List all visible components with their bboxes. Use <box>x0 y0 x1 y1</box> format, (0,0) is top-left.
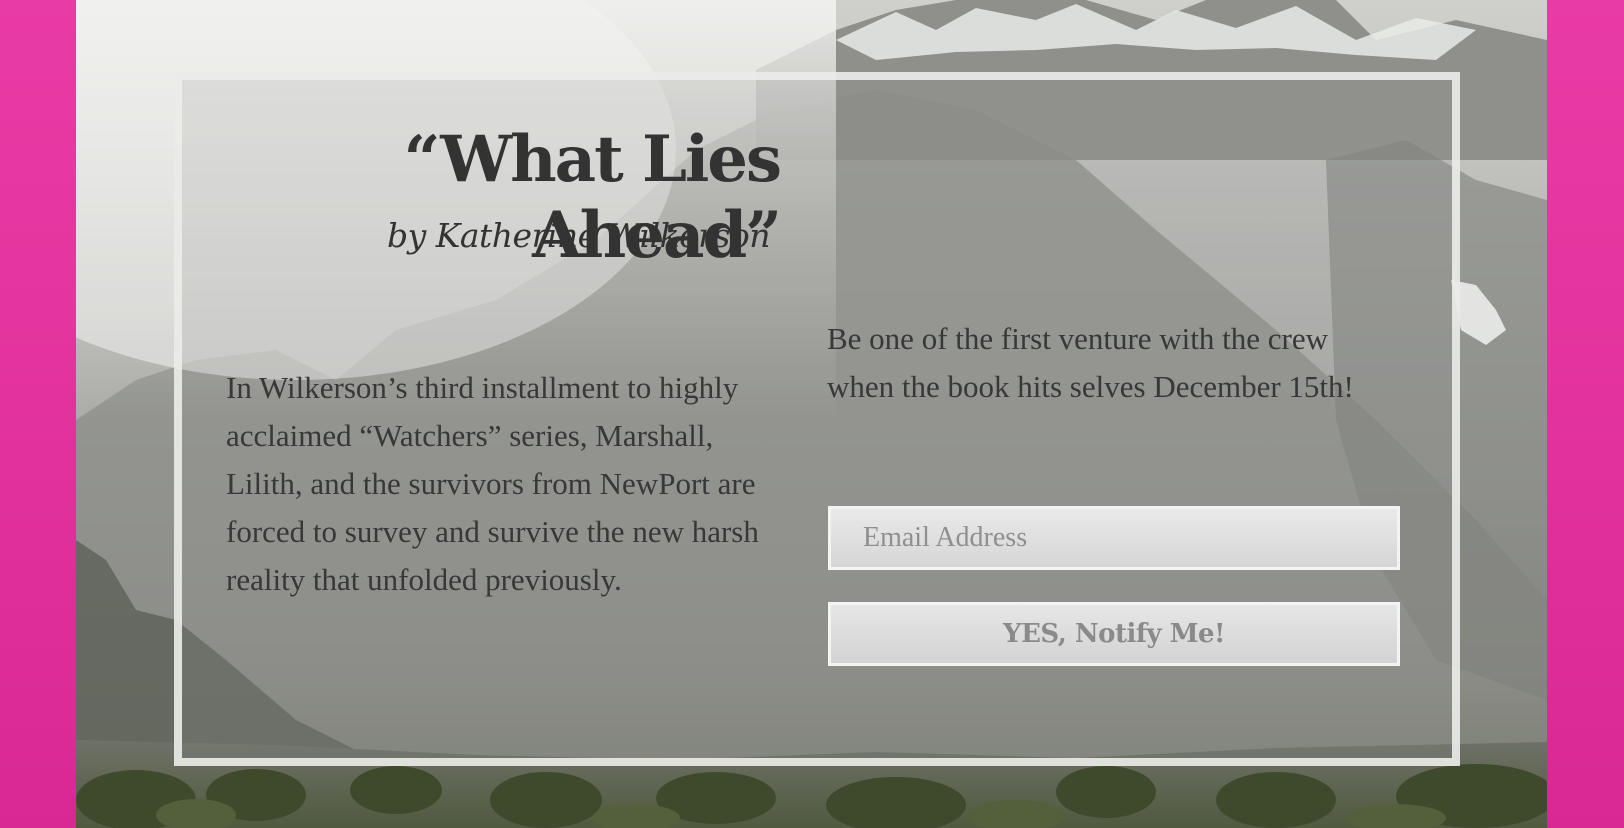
notify-me-button[interactable]: YES, Notify Me! <box>828 602 1400 666</box>
right-accent-bar <box>1547 0 1624 828</box>
landing-page: “What Lies Ahead” by Katherine Wilkerson… <box>0 0 1624 828</box>
email-field[interactable] <box>828 506 1400 570</box>
left-accent-bar <box>0 0 76 828</box>
author-byline: by Katherine Wilkerson <box>386 216 771 255</box>
release-promo-text: Be one of the first venture with the cre… <box>827 321 1354 404</box>
book-description: In Wilkerson’s third installment to high… <box>226 370 759 597</box>
